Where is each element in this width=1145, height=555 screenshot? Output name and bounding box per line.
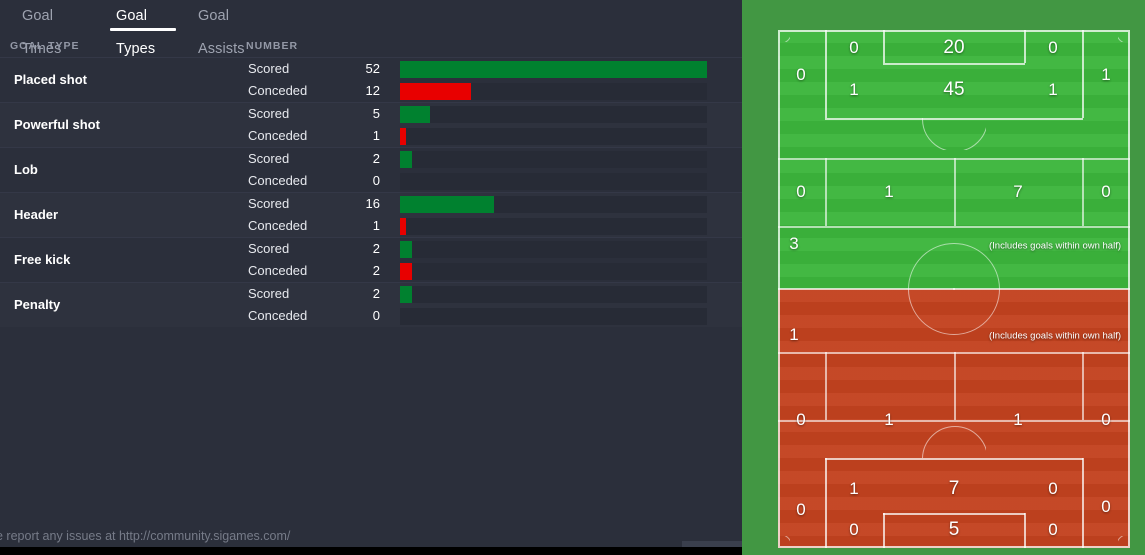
table-row[interactable]: Header Scored 16 Conceded 1 [0, 192, 742, 237]
status-text: e report any issues at http://community.… [0, 529, 291, 543]
window-bottom-edge [0, 547, 742, 555]
scored-bar-fill [400, 286, 412, 303]
scored-label: Scored [248, 196, 290, 211]
conceded-bar-track [400, 128, 707, 145]
tab-goal-types[interactable]: Goal Types [102, 0, 184, 57]
scored-value: 52 [365, 61, 380, 76]
tab-goal-assists[interactable]: Goal Assists [184, 0, 288, 57]
conceded-label: Conceded [248, 83, 308, 98]
pitch-outline [778, 30, 1130, 548]
table-row[interactable]: Powerful shot Scored 5 Conceded 1 [0, 102, 742, 147]
conceded-value: 1 [372, 218, 380, 233]
scored-subrow: Scored 2 [0, 238, 742, 260]
conceded-subrow: Conceded 12 [0, 80, 742, 102]
conceded-value: 0 [372, 308, 380, 323]
scored-subrow: Scored 52 [0, 58, 742, 80]
goal-types-screen: Goal Times Goal Types Goal Assists GOAL … [0, 0, 1145, 555]
scored-bar-track [400, 241, 707, 258]
conceded-bar-track [400, 218, 707, 235]
table-row[interactable]: Lob Scored 2 Conceded 0 [0, 147, 742, 192]
scored-bar-fill [400, 61, 707, 78]
left-panel: Goal Times Goal Types Goal Assists GOAL … [0, 0, 762, 555]
conceded-value: 12 [365, 83, 380, 98]
column-headers: GOAL TYPE NUMBER [0, 40, 742, 56]
conceded-label: Conceded [248, 308, 308, 323]
conceded-bar-track [400, 173, 707, 190]
conceded-value: 1 [372, 128, 380, 143]
scored-bar-track [400, 196, 707, 213]
pitch-panel: 0 20 0 1 45 1 0 1 0 1 7 0 3 (Includes go… [742, 0, 1145, 555]
tab-bar: Goal Times Goal Types Goal Assists [0, 0, 742, 57]
table-row[interactable]: Penalty Scored 2 Conceded 0 [0, 282, 742, 327]
scored-value: 2 [372, 241, 380, 256]
scored-label: Scored [248, 241, 290, 256]
scored-bar-fill [400, 151, 412, 168]
scored-value: 5 [372, 106, 380, 121]
conceded-label: Conceded [248, 128, 308, 143]
conceded-bar-fill [400, 218, 406, 235]
conceded-label: Conceded [248, 263, 308, 278]
conceded-subrow: Conceded 1 [0, 125, 742, 147]
scored-label: Scored [248, 61, 290, 76]
scored-value: 2 [372, 151, 380, 166]
scored-bar-track [400, 106, 707, 123]
scored-bar-track [400, 286, 707, 303]
scored-subrow: Scored 16 [0, 193, 742, 215]
scored-bar-fill [400, 106, 430, 123]
conceded-subrow: Conceded 0 [0, 305, 742, 327]
conceded-subrow: Conceded 0 [0, 170, 742, 192]
scored-label: Scored [248, 151, 290, 166]
scored-bar-track [400, 61, 707, 78]
scored-bar-fill [400, 196, 494, 213]
conceded-label: Conceded [248, 173, 308, 188]
conceded-subrow: Conceded 2 [0, 260, 742, 282]
conceded-bar-track [400, 83, 707, 100]
scored-subrow: Scored 2 [0, 283, 742, 305]
conceded-bar-track [400, 263, 707, 280]
scored-bar-track [400, 151, 707, 168]
table-row[interactable]: Placed shot Scored 52 Conceded 12 [0, 57, 742, 102]
goal-types-table: Placed shot Scored 52 Conceded 12 Powerful sh… [0, 57, 742, 327]
conceded-bar-fill [400, 83, 471, 100]
scored-value: 2 [372, 286, 380, 301]
conceded-subrow: Conceded 1 [0, 215, 742, 237]
table-row[interactable]: Free kick Scored 2 Conceded 2 [0, 237, 742, 282]
status-bar: e report any issues at http://community.… [0, 529, 742, 547]
scored-bar-fill [400, 241, 412, 258]
column-header-goal-type: GOAL TYPE [10, 40, 80, 52]
scored-subrow: Scored 5 [0, 103, 742, 125]
conceded-bar-fill [400, 128, 406, 145]
conceded-value: 2 [372, 263, 380, 278]
conceded-label: Conceded [248, 218, 308, 233]
scored-subrow: Scored 2 [0, 148, 742, 170]
conceded-value: 0 [372, 173, 380, 188]
scored-value: 16 [365, 196, 380, 211]
scored-label: Scored [248, 286, 290, 301]
tab-goal-times[interactable]: Goal Times [8, 0, 102, 57]
conceded-bar-track [400, 308, 707, 325]
active-tab-underline [110, 28, 176, 31]
scored-label: Scored [248, 106, 290, 121]
column-header-number: NUMBER [246, 40, 299, 52]
conceded-bar-fill [400, 263, 412, 280]
